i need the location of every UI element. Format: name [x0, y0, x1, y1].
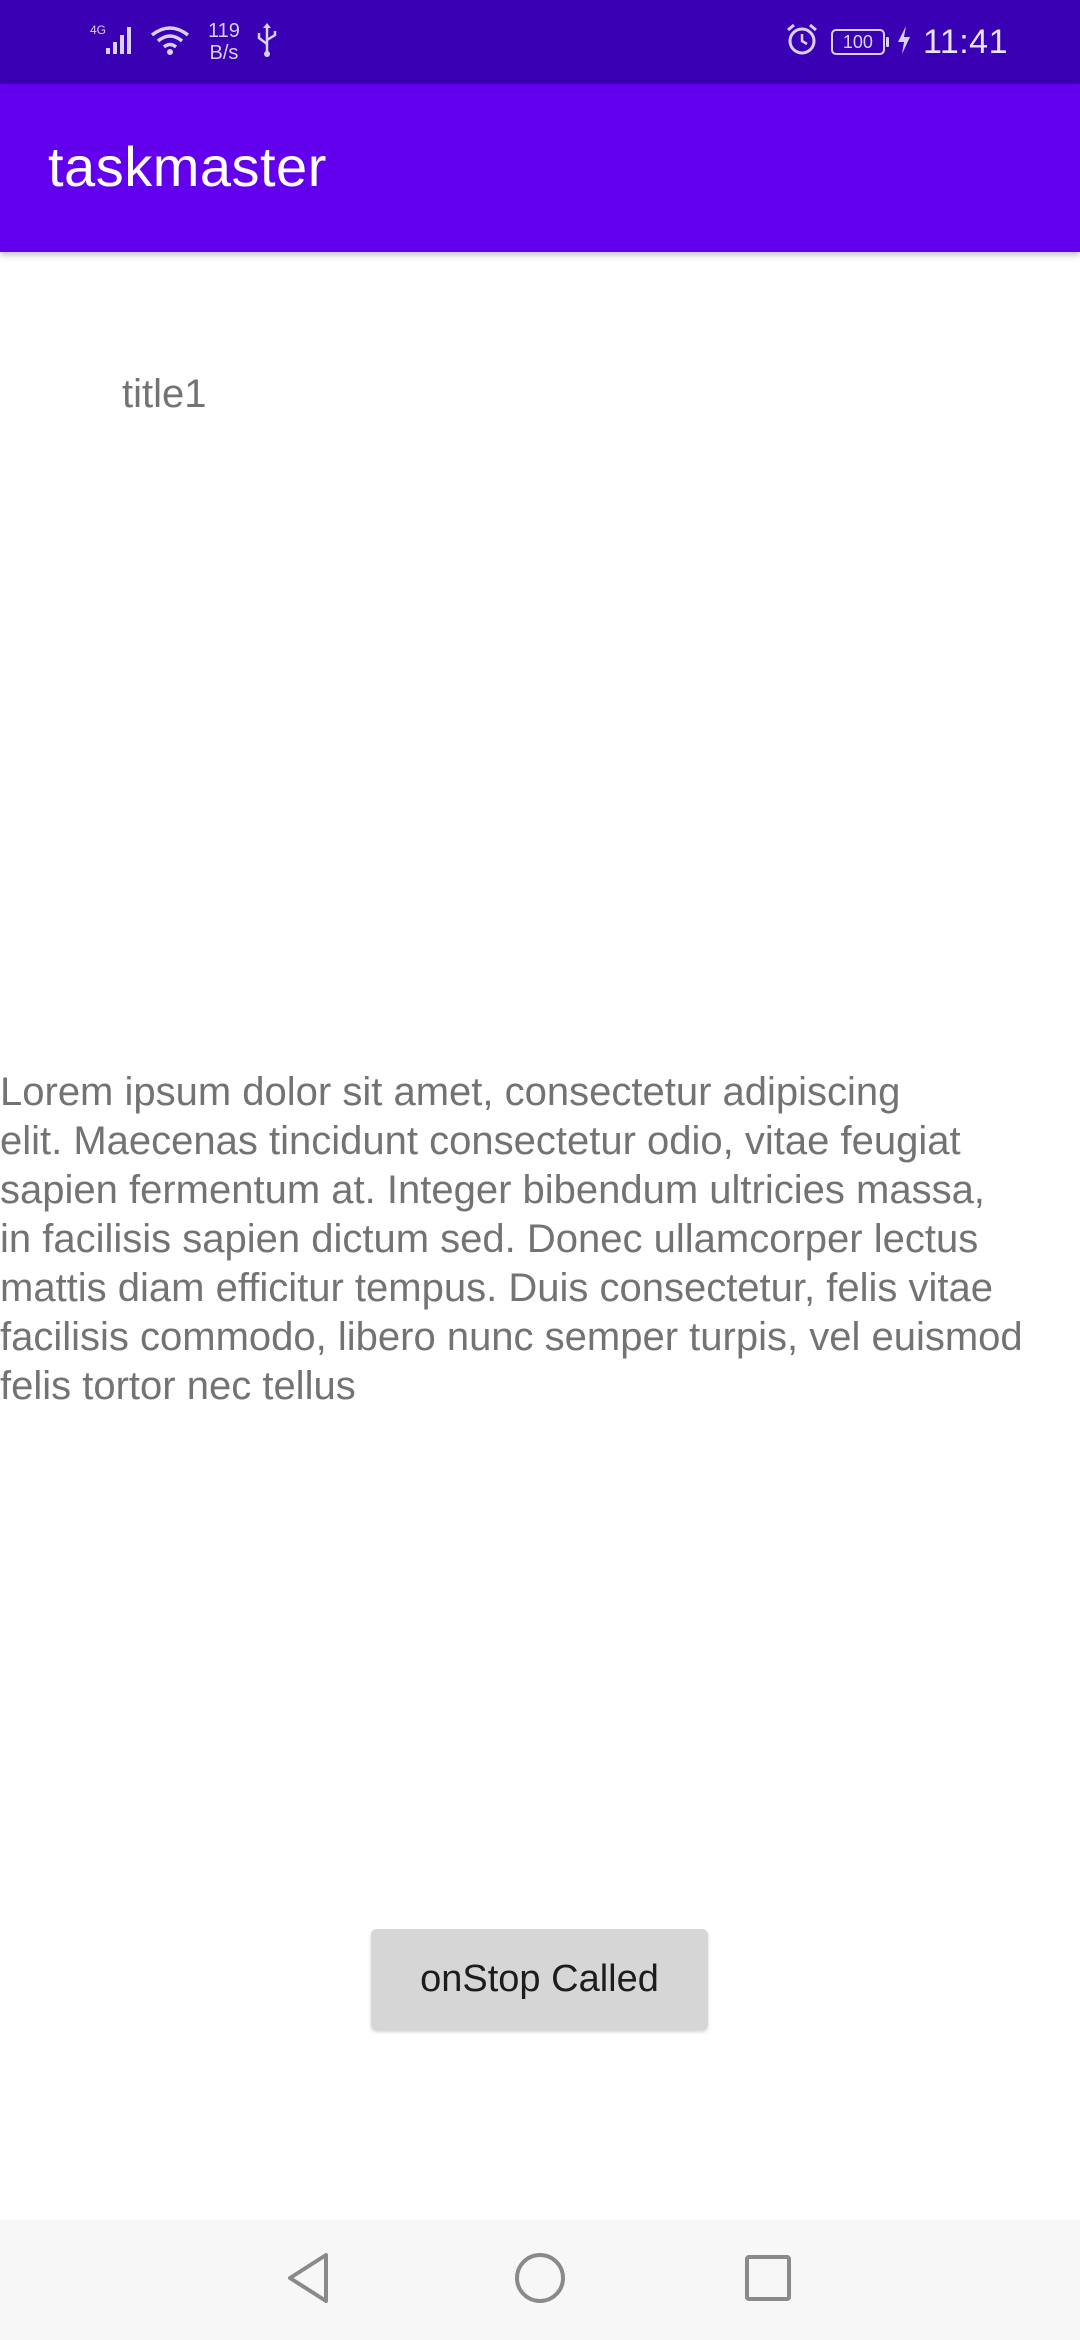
- home-icon: [512, 2250, 568, 2311]
- usb-icon: [254, 22, 280, 63]
- home-button[interactable]: [510, 2250, 570, 2310]
- signal-icon: 4G: [90, 22, 136, 63]
- recents-button[interactable]: [738, 2250, 798, 2310]
- net-speed: 119 B/s: [208, 20, 240, 64]
- net-speed-value: 119: [208, 20, 240, 42]
- alarm-icon: [785, 23, 819, 62]
- app-bar: taskmaster: [0, 84, 1080, 252]
- back-icon: [282, 2250, 334, 2311]
- task-title: title1: [122, 372, 207, 416]
- status-left-group: 4G 119 B/s: [90, 16, 280, 68]
- status-time: 11:41: [922, 22, 1008, 61]
- recents-icon: [743, 2253, 793, 2308]
- status-right-group: 100 11:41: [785, 16, 1008, 68]
- screen: 4G 119 B/s 100 11:41 taskmaster title1 L…: [0, 0, 1080, 2340]
- navigation-bar: [0, 2220, 1080, 2340]
- charging-icon: [897, 25, 911, 59]
- app-title: taskmaster: [48, 135, 327, 198]
- back-button[interactable]: [278, 2250, 338, 2310]
- task-body: Lorem ipsum dolor sit amet, consectetur …: [0, 1070, 1023, 1408]
- battery-icon: 100: [830, 29, 889, 55]
- network-type-label: 4G: [90, 23, 106, 37]
- onstop-button[interactable]: onStop Called: [371, 1929, 708, 2030]
- status-bar: 4G 119 B/s 100 11:41: [0, 0, 1080, 84]
- wifi-icon: [150, 23, 190, 62]
- net-speed-unit: B/s: [209, 42, 239, 64]
